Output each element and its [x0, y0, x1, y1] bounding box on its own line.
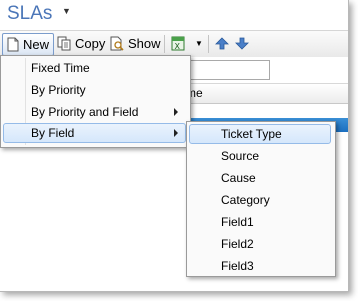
menu-item-fixed-time[interactable]: Fixed Time	[3, 58, 186, 78]
title-bar: SLAs ▼	[0, 0, 348, 30]
submenu-item-label: Field2	[221, 237, 254, 251]
title-dropdown-icon[interactable]: ▼	[62, 6, 71, 16]
filter-input[interactable]	[188, 60, 270, 80]
menu-item-by-priority-and-field[interactable]: By Priority and Field	[3, 102, 186, 122]
submenu-item-label: Field1	[221, 215, 254, 229]
export-dropdown-button[interactable]: ▼	[192, 33, 204, 54]
menu-item-label: By Field	[31, 126, 75, 140]
menu-item-label: By Priority and Field	[31, 105, 139, 119]
by-field-submenu: Ticket Type Source Cause Category Field1…	[186, 121, 336, 277]
sla-window: SLAs ▼ New Copy Show X ▼ me Fixed Time B…	[0, 0, 349, 292]
copy-button[interactable]: Copy	[57, 33, 105, 54]
submenu-item-ticket-type[interactable]: Ticket Type	[189, 124, 331, 144]
submenu-item-label: Source	[221, 149, 260, 163]
page-title: SLAs	[7, 3, 53, 24]
toolbar-separator	[208, 35, 209, 53]
submenu-item-label: Category	[221, 193, 270, 207]
new-document-icon	[7, 37, 19, 52]
submenu-item-cause[interactable]: Cause	[189, 168, 331, 188]
show-button[interactable]: Show	[110, 33, 162, 54]
new-button[interactable]: New	[2, 33, 54, 56]
submenu-arrow-icon	[174, 108, 178, 116]
export-excel-button[interactable]: X	[170, 33, 188, 54]
submenu-item-label: Ticket Type	[221, 127, 282, 141]
move-down-button[interactable]	[234, 33, 250, 54]
submenu-item-field1[interactable]: Field1	[189, 212, 331, 232]
submenu-item-source[interactable]: Source	[189, 146, 331, 166]
show-icon	[110, 36, 124, 51]
show-button-label: Show	[128, 36, 161, 51]
submenu-item-field3[interactable]: Field3	[189, 256, 331, 276]
menu-item-by-field[interactable]: By Field	[3, 123, 186, 143]
submenu-item-label: Cause	[221, 171, 256, 185]
menu-item-label: Fixed Time	[31, 61, 90, 75]
arrow-down-icon	[235, 37, 249, 50]
menu-item-label: By Priority	[31, 83, 86, 97]
chevron-down-icon: ▼	[195, 39, 203, 48]
menu-item-by-priority[interactable]: By Priority	[3, 80, 186, 100]
excel-icon: X	[171, 36, 185, 51]
copy-button-label: Copy	[75, 36, 106, 51]
toolbar-separator	[164, 35, 165, 53]
submenu-item-category[interactable]: Category	[189, 190, 331, 210]
toolbar: New Copy Show X ▼	[0, 30, 348, 58]
submenu-item-field2[interactable]: Field2	[189, 234, 331, 254]
arrow-up-icon	[215, 37, 229, 50]
svg-text:X: X	[175, 42, 181, 51]
copy-icon	[57, 36, 71, 51]
new-dropdown-menu: Fixed Time By Priority By Priority and F…	[0, 55, 191, 148]
submenu-item-label: Field3	[221, 259, 254, 273]
new-button-label: New	[23, 37, 50, 52]
move-up-button[interactable]	[214, 33, 230, 54]
submenu-arrow-icon	[174, 129, 178, 137]
